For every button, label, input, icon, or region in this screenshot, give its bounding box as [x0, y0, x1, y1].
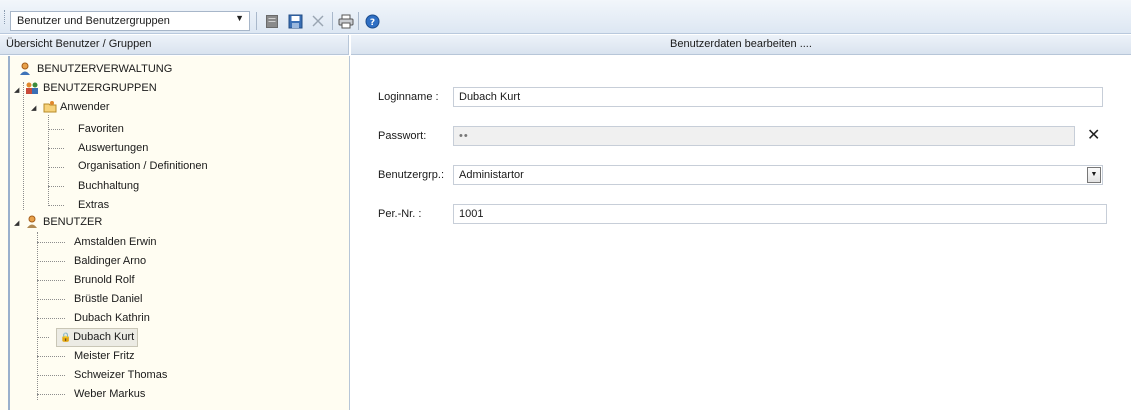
tree-line	[48, 167, 64, 168]
chevron-down-icon[interactable]: ▼	[1087, 167, 1101, 183]
tree-line	[48, 186, 64, 187]
tree-user-item[interactable]: Schweizer Thomas	[74, 366, 167, 384]
group-value: Administartor	[459, 169, 524, 181]
help-button[interactable]: ?	[362, 11, 382, 31]
collapse-triangle-icon[interactable]: ◢	[14, 86, 19, 94]
tree-user-label: Brunold Rolf	[74, 274, 135, 286]
tree-user-label: Weber Markus	[74, 388, 146, 400]
login-value: Dubach Kurt	[459, 91, 521, 103]
tree-user-item-selected[interactable]: 🔒 Dubach Kurt	[56, 328, 139, 347]
tree-node-anwender[interactable]: Anwender	[60, 98, 110, 116]
tree-node-benutzergruppen[interactable]: BENUTZERGRUPPEN	[43, 79, 157, 97]
tree-user-item[interactable]: Dubach Kathrin	[74, 309, 150, 327]
tree-line	[37, 337, 49, 338]
collapse-triangle-icon[interactable]: ◢	[14, 219, 19, 227]
print-icon	[338, 14, 354, 28]
users-icon	[27, 215, 37, 228]
password-value: ••	[459, 130, 469, 142]
password-input[interactable]: ••	[453, 126, 1075, 146]
tree-line	[48, 148, 64, 149]
toolbar-separator	[256, 12, 257, 30]
tree-node-auswertungen[interactable]: Auswertungen	[78, 139, 148, 157]
tree-line	[48, 129, 64, 130]
group-select[interactable]: Administartor ▼	[453, 165, 1103, 185]
save-icon	[288, 14, 302, 28]
tree-node-label: Auswertungen	[78, 142, 149, 154]
tree-user-label: Meister Fritz	[74, 350, 135, 362]
tree-node-benutzer[interactable]: BENUTZER	[43, 213, 102, 231]
clear-password-icon[interactable]: ✕	[1087, 125, 1100, 145]
tree-user-item[interactable]: Amstalden Erwin	[74, 233, 157, 251]
tree-node-label: BENUTZER	[43, 216, 103, 228]
toolbar-separator	[358, 12, 359, 30]
pernr-input[interactable]: 1001	[453, 204, 1107, 224]
login-input[interactable]: Dubach Kurt	[453, 87, 1103, 107]
tree-line	[37, 356, 65, 357]
tree-line	[23, 82, 24, 210]
tree-line	[37, 375, 65, 376]
tree-user-label: Amstalden Erwin	[74, 236, 157, 248]
svg-text:?: ?	[369, 18, 374, 28]
user-admin-icon	[20, 62, 30, 75]
collapse-triangle-icon[interactable]: ◢	[31, 104, 36, 112]
group-folder-icon	[43, 101, 57, 113]
tree-node-extras[interactable]: Extras	[78, 196, 109, 214]
tree-user-item[interactable]: Meister Fritz	[74, 347, 135, 365]
tree-node-favoriten[interactable]: Favoriten	[78, 120, 124, 138]
pernr-value: 1001	[459, 208, 484, 220]
tree-user-item[interactable]: Brüstle Daniel	[74, 290, 142, 308]
view-select[interactable]: Benutzer und Benutzergruppen ▼	[10, 11, 250, 31]
tree-line	[37, 318, 65, 319]
save-button[interactable]	[285, 11, 305, 31]
tree-line	[37, 299, 65, 300]
tree-user-label: Dubach Kathrin	[74, 312, 150, 324]
pernr-label: Per.-Nr. :	[378, 208, 422, 220]
tree-user-label: Dubach Kurt	[73, 331, 135, 343]
group-label: Benutzergrp.:	[378, 169, 445, 181]
new-document-button[interactable]	[262, 11, 282, 31]
panel-edge	[8, 56, 10, 410]
tree-root[interactable]: BENUTZERVERWALTUNG	[37, 60, 172, 78]
users-groups-panel-header: Übersicht Benutzer / Gruppen	[0, 35, 349, 55]
user-edit-panel-header: Benutzerdaten bearbeiten ....	[351, 35, 1131, 55]
tree-node-label: Buchhaltung	[78, 180, 140, 192]
delete-button[interactable]	[308, 11, 328, 31]
toolbar: Benutzer und Benutzergruppen ▼ ?	[0, 0, 1131, 34]
tree-line	[37, 261, 65, 262]
tree-node-label: Organisation / Definitionen	[78, 160, 208, 172]
tree-user-label: Brüstle Daniel	[74, 293, 143, 305]
tree-root-label: BENUTZERVERWALTUNG	[37, 63, 173, 75]
tree-node-organisation[interactable]: Organisation / Definitionen	[78, 157, 208, 175]
login-label: Loginname :	[378, 91, 439, 103]
tree-node-label: Favoriten	[78, 123, 124, 135]
tree-line	[37, 394, 65, 395]
user-edit-form: Loginname : Dubach Kurt Passwort: •• ✕ B…	[351, 56, 1131, 410]
tree-node-label: BENUTZERGRUPPEN	[43, 82, 157, 94]
toolbar-grip	[4, 10, 6, 24]
tree-line	[37, 242, 65, 243]
tree-user-label: Baldinger Arno	[74, 255, 147, 267]
tree-node-buchhaltung[interactable]: Buchhaltung	[78, 177, 139, 195]
user-lock-icon: 🔒	[60, 332, 72, 342]
view-select-value: Benutzer und Benutzergruppen	[17, 15, 170, 27]
user-group-tree: BENUTZERVERWALTUNG ◢ BENUTZERGRUPPEN ◢ A…	[0, 56, 350, 410]
password-label: Passwort:	[378, 130, 427, 142]
tree-node-label: Extras	[78, 199, 110, 211]
tree-user-label: Schweizer Thomas	[74, 369, 168, 381]
tree-user-item[interactable]: Brunold Rolf	[74, 271, 135, 289]
help-icon: ?	[365, 14, 379, 28]
print-button[interactable]	[336, 11, 356, 31]
tree-node-label: Anwender	[60, 101, 110, 113]
delete-icon	[312, 15, 324, 27]
tree-line	[48, 205, 64, 206]
tree-user-item[interactable]: Baldinger Arno	[74, 252, 146, 270]
new-document-icon	[266, 14, 278, 28]
tree-user-item[interactable]: Weber Markus	[74, 385, 145, 403]
toolbar-separator	[332, 12, 333, 30]
user-group-icon	[26, 82, 38, 94]
chevron-down-icon[interactable]: ▼	[235, 13, 244, 23]
tree-line	[37, 280, 65, 281]
